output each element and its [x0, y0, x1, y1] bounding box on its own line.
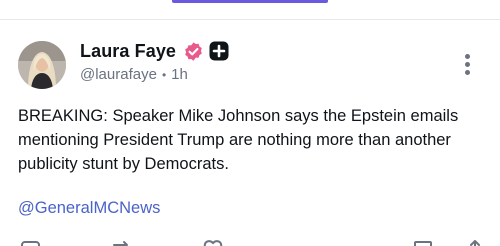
mention-link[interactable]: @GeneralMCNews [18, 196, 160, 220]
heart-icon[interactable] [202, 238, 224, 246]
post-action-bar [0, 238, 500, 246]
more-dot [464, 69, 470, 75]
bookmark-icon[interactable] [412, 238, 434, 246]
plus-badge-icon [209, 41, 229, 61]
more-vertical-icon[interactable] [455, 50, 479, 78]
active-tab-indicator [172, 0, 328, 3]
top-tab-bar [0, 0, 500, 20]
post-header: Laura Faye @laurafaye • 1h [80, 39, 229, 83]
post-timestamp[interactable]: 1h [171, 66, 188, 83]
avatar-image [18, 41, 66, 89]
post-body-text: BREAKING: Speaker Mike Johnson says the … [18, 107, 459, 173]
post-screen: Laura Faye @laurafaye • 1h BREAKING: Spe… [0, 0, 500, 246]
meta-separator: • [161, 67, 167, 82]
author-display-name[interactable]: Laura Faye [80, 41, 176, 62]
more-dot [464, 61, 470, 67]
reply-icon[interactable] [20, 238, 42, 246]
author-handle[interactable]: @laurafaye [80, 66, 157, 83]
author-meta-row: @laurafaye • 1h [80, 66, 229, 83]
avatar[interactable] [18, 41, 66, 89]
repost-icon[interactable] [111, 238, 133, 246]
more-dot [464, 53, 470, 59]
verified-badge-icon [183, 41, 204, 62]
share-icon[interactable] [464, 238, 486, 246]
author-name-row: Laura Faye [80, 39, 229, 63]
